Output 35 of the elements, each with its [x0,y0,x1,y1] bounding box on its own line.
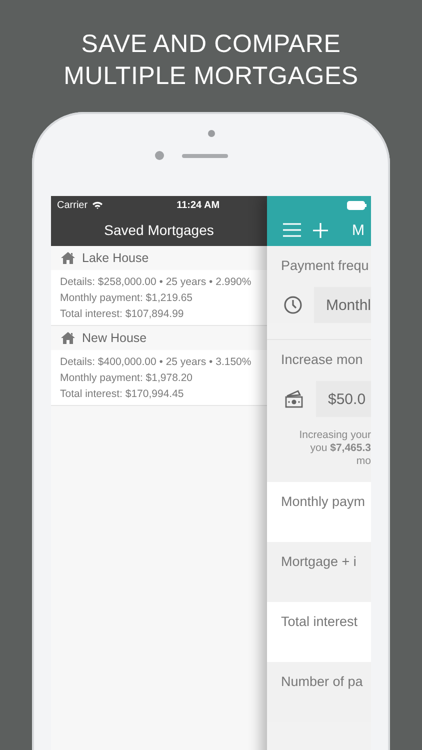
result-label: Total interest [281,614,358,629]
status-time: 11:24 AM [176,200,220,210]
monthly-payment-text: Monthly payment: $1,978.20 [60,371,193,386]
mortgage-item[interactable]: New House Details: $400,000.00 • 25 years • 3.150% Monthly payment: $1,978.20 Total interest: $170,994.45 [51,326,267,406]
battery-icon [347,200,367,210]
carrier-label: Carrier [57,200,88,210]
mortgage-name: New House [82,331,147,345]
monthly-payment-text: Monthly payment: $1,219.65 [60,291,193,306]
menu-icon[interactable] [283,223,301,237]
screen-title: Saved Mortgages [104,221,214,240]
screen-title: M [352,222,364,238]
payment-frequency-label: Payment frequ [281,258,369,273]
total-interest-text: Total interest: $170,994.45 [60,387,184,402]
clock-icon [284,296,302,314]
details-text: Details: $400,000.00 • 25 years • 3.150% [60,355,252,370]
headline: SAVE AND COMPARE MULTIPLE MORTGAGES [64,29,358,92]
mortgage-name: Lake House [82,251,149,265]
result-label: Mortgage + i [281,554,356,569]
payment-frequency-field[interactable]: Monthl [314,287,371,323]
sensor-icon [154,151,164,160]
result-label: Monthly paym [281,494,366,509]
increase-amount-field[interactable]: $50.0 [316,381,371,417]
wifi-icon [92,201,103,209]
savings-note: Increasing your you $7,465.3 mo [298,429,371,468]
total-interest-text: Total interest: $107,894.99 [60,307,184,322]
speaker-icon [182,154,228,158]
house-icon [61,332,75,344]
camera-icon [208,130,214,137]
increase-payment-label: Increase mon [281,352,363,367]
add-icon[interactable] [313,222,328,238]
result-label: Number of pa [281,674,363,689]
money-icon [284,390,304,408]
details-text: Details: $258,000.00 • 25 years • 2.990% [60,275,252,290]
house-icon [61,252,75,264]
mortgage-item[interactable]: Lake House Details: $258,000.00 • 25 years • 2.990% Monthly payment: $1,219.65 Total interest: $107,894.99 [51,246,267,326]
